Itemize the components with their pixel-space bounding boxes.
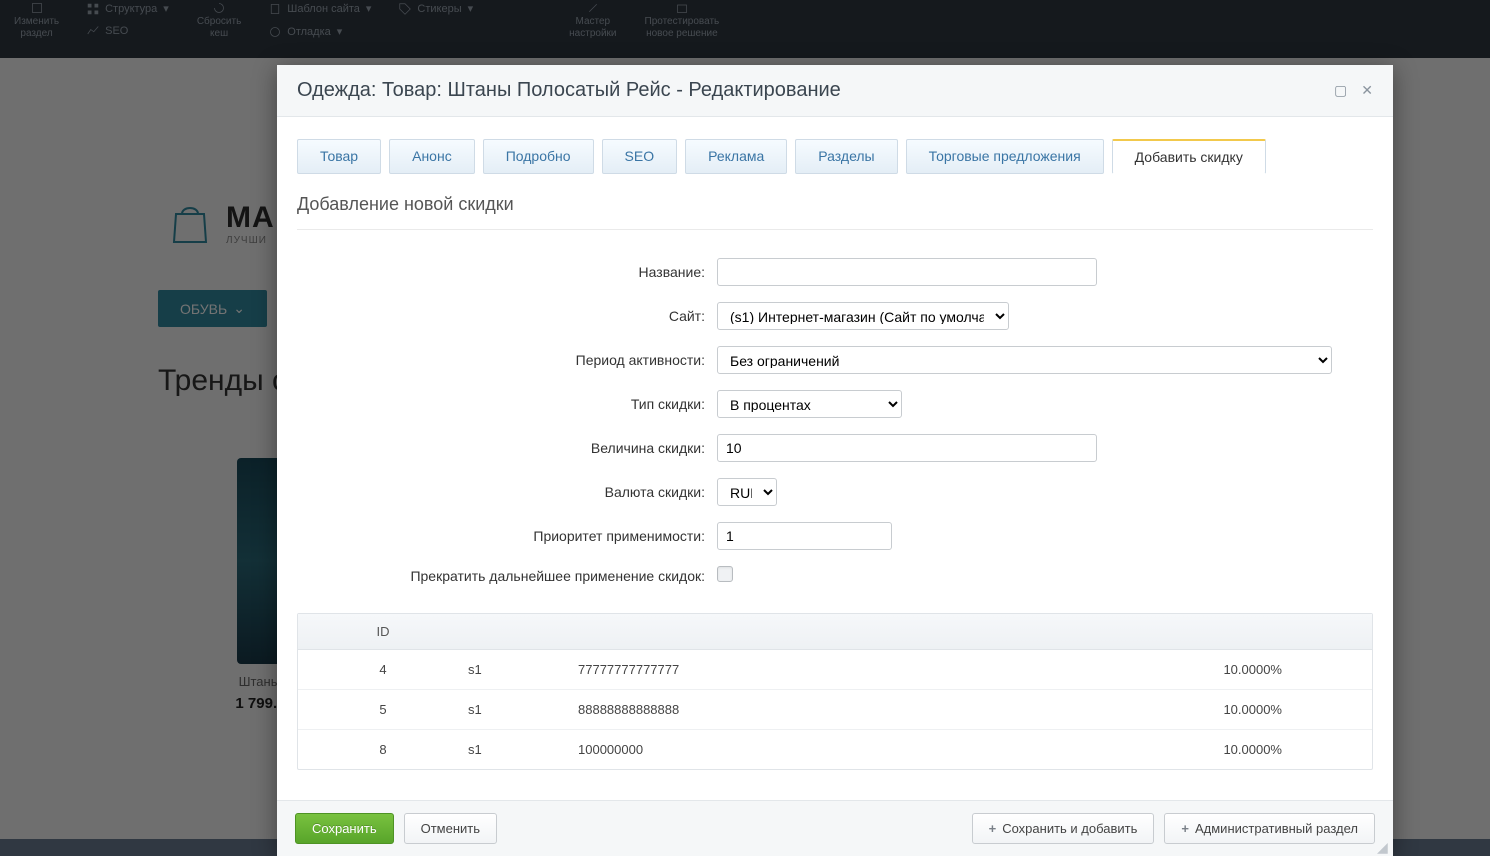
table-header-id: ID bbox=[298, 624, 468, 639]
select-site[interactable]: (s1) Интернет-магазин (Сайт по умолчанию… bbox=[717, 302, 1009, 330]
discount-table: ID 4 s1 77777777777777 10.0000% 5 s1 888… bbox=[297, 613, 1373, 770]
cell-site: s1 bbox=[468, 742, 578, 757]
tab-advertising[interactable]: Реклама bbox=[685, 139, 787, 174]
modal-title: Одежда: Товар: Штаны Полосатый Рейс - Ре… bbox=[297, 79, 841, 102]
save-button[interactable]: Сохранить bbox=[295, 813, 394, 844]
cell-id: 8 bbox=[298, 742, 468, 757]
plus-icon: + bbox=[989, 821, 997, 836]
table-header: ID bbox=[298, 614, 1372, 650]
tab-announce[interactable]: Анонс bbox=[389, 139, 475, 174]
tabs: Товар Анонс Подробно SEO Реклама Разделы… bbox=[297, 139, 1373, 174]
cell-id: 5 bbox=[298, 702, 468, 717]
cell-percent: 10.0000% bbox=[1028, 662, 1372, 677]
label-amount: Величина скидки: bbox=[297, 440, 717, 456]
modal-dialog: Одежда: Товар: Штаны Полосатый Рейс - Ре… bbox=[277, 65, 1393, 856]
label-priority: Приоритет применимости: bbox=[297, 528, 717, 544]
label-name: Название: bbox=[297, 264, 717, 280]
label-type: Тип скидки: bbox=[297, 396, 717, 412]
cell-id: 4 bbox=[298, 662, 468, 677]
cell-number: 77777777777777 bbox=[578, 662, 1028, 677]
cell-site: s1 bbox=[468, 662, 578, 677]
save-and-add-button[interactable]: + Сохранить и добавить bbox=[972, 813, 1155, 844]
tab-seo[interactable]: SEO bbox=[602, 139, 678, 174]
cell-percent: 10.0000% bbox=[1028, 742, 1372, 757]
input-amount[interactable] bbox=[717, 434, 1097, 462]
modal-header: Одежда: Товар: Штаны Полосатый Рейс - Ре… bbox=[277, 65, 1393, 117]
cell-percent: 10.0000% bbox=[1028, 702, 1372, 717]
plus-icon: + bbox=[1181, 821, 1189, 836]
label-period: Период активности: bbox=[297, 352, 717, 368]
tab-trade-offers[interactable]: Торговые предложения bbox=[906, 139, 1104, 174]
input-priority[interactable] bbox=[717, 522, 892, 550]
label-site: Сайт: bbox=[297, 308, 717, 324]
table-row[interactable]: 8 s1 100000000 10.0000% bbox=[298, 729, 1372, 769]
close-icon[interactable]: ✕ bbox=[1361, 82, 1373, 99]
button-label: Административный раздел bbox=[1195, 821, 1358, 836]
checkbox-stop[interactable] bbox=[717, 566, 733, 582]
cell-site: s1 bbox=[468, 702, 578, 717]
label-stop: Прекратить дальнейшее применение скидок: bbox=[297, 568, 717, 584]
input-name[interactable] bbox=[717, 258, 1097, 286]
button-label: Сохранить и добавить bbox=[1002, 821, 1137, 836]
select-period[interactable]: Без ограничений bbox=[717, 346, 1332, 374]
table-row[interactable]: 4 s1 77777777777777 10.0000% bbox=[298, 650, 1372, 689]
cell-number: 100000000 bbox=[578, 742, 1028, 757]
select-type[interactable]: В процентах bbox=[717, 390, 902, 418]
label-currency: Валюта скидки: bbox=[297, 484, 717, 500]
tab-add-discount[interactable]: Добавить скидку bbox=[1112, 139, 1266, 174]
tab-detail[interactable]: Подробно bbox=[483, 139, 594, 174]
maximize-icon[interactable]: ▢ bbox=[1334, 82, 1347, 99]
tab-sections[interactable]: Разделы bbox=[795, 139, 897, 174]
modal-body: Товар Анонс Подробно SEO Реклама Разделы… bbox=[277, 117, 1393, 800]
admin-section-button[interactable]: + Административный раздел bbox=[1164, 813, 1375, 844]
tab-product[interactable]: Товар bbox=[297, 139, 381, 174]
select-currency[interactable]: RUB bbox=[717, 478, 777, 506]
modal-footer: Сохранить Отменить + Сохранить и добавит… bbox=[277, 800, 1393, 856]
table-row[interactable]: 5 s1 88888888888888 10.0000% bbox=[298, 689, 1372, 729]
section-title: Добавление новой скидки bbox=[297, 194, 1373, 230]
cell-number: 88888888888888 bbox=[578, 702, 1028, 717]
cancel-button[interactable]: Отменить bbox=[404, 813, 497, 844]
